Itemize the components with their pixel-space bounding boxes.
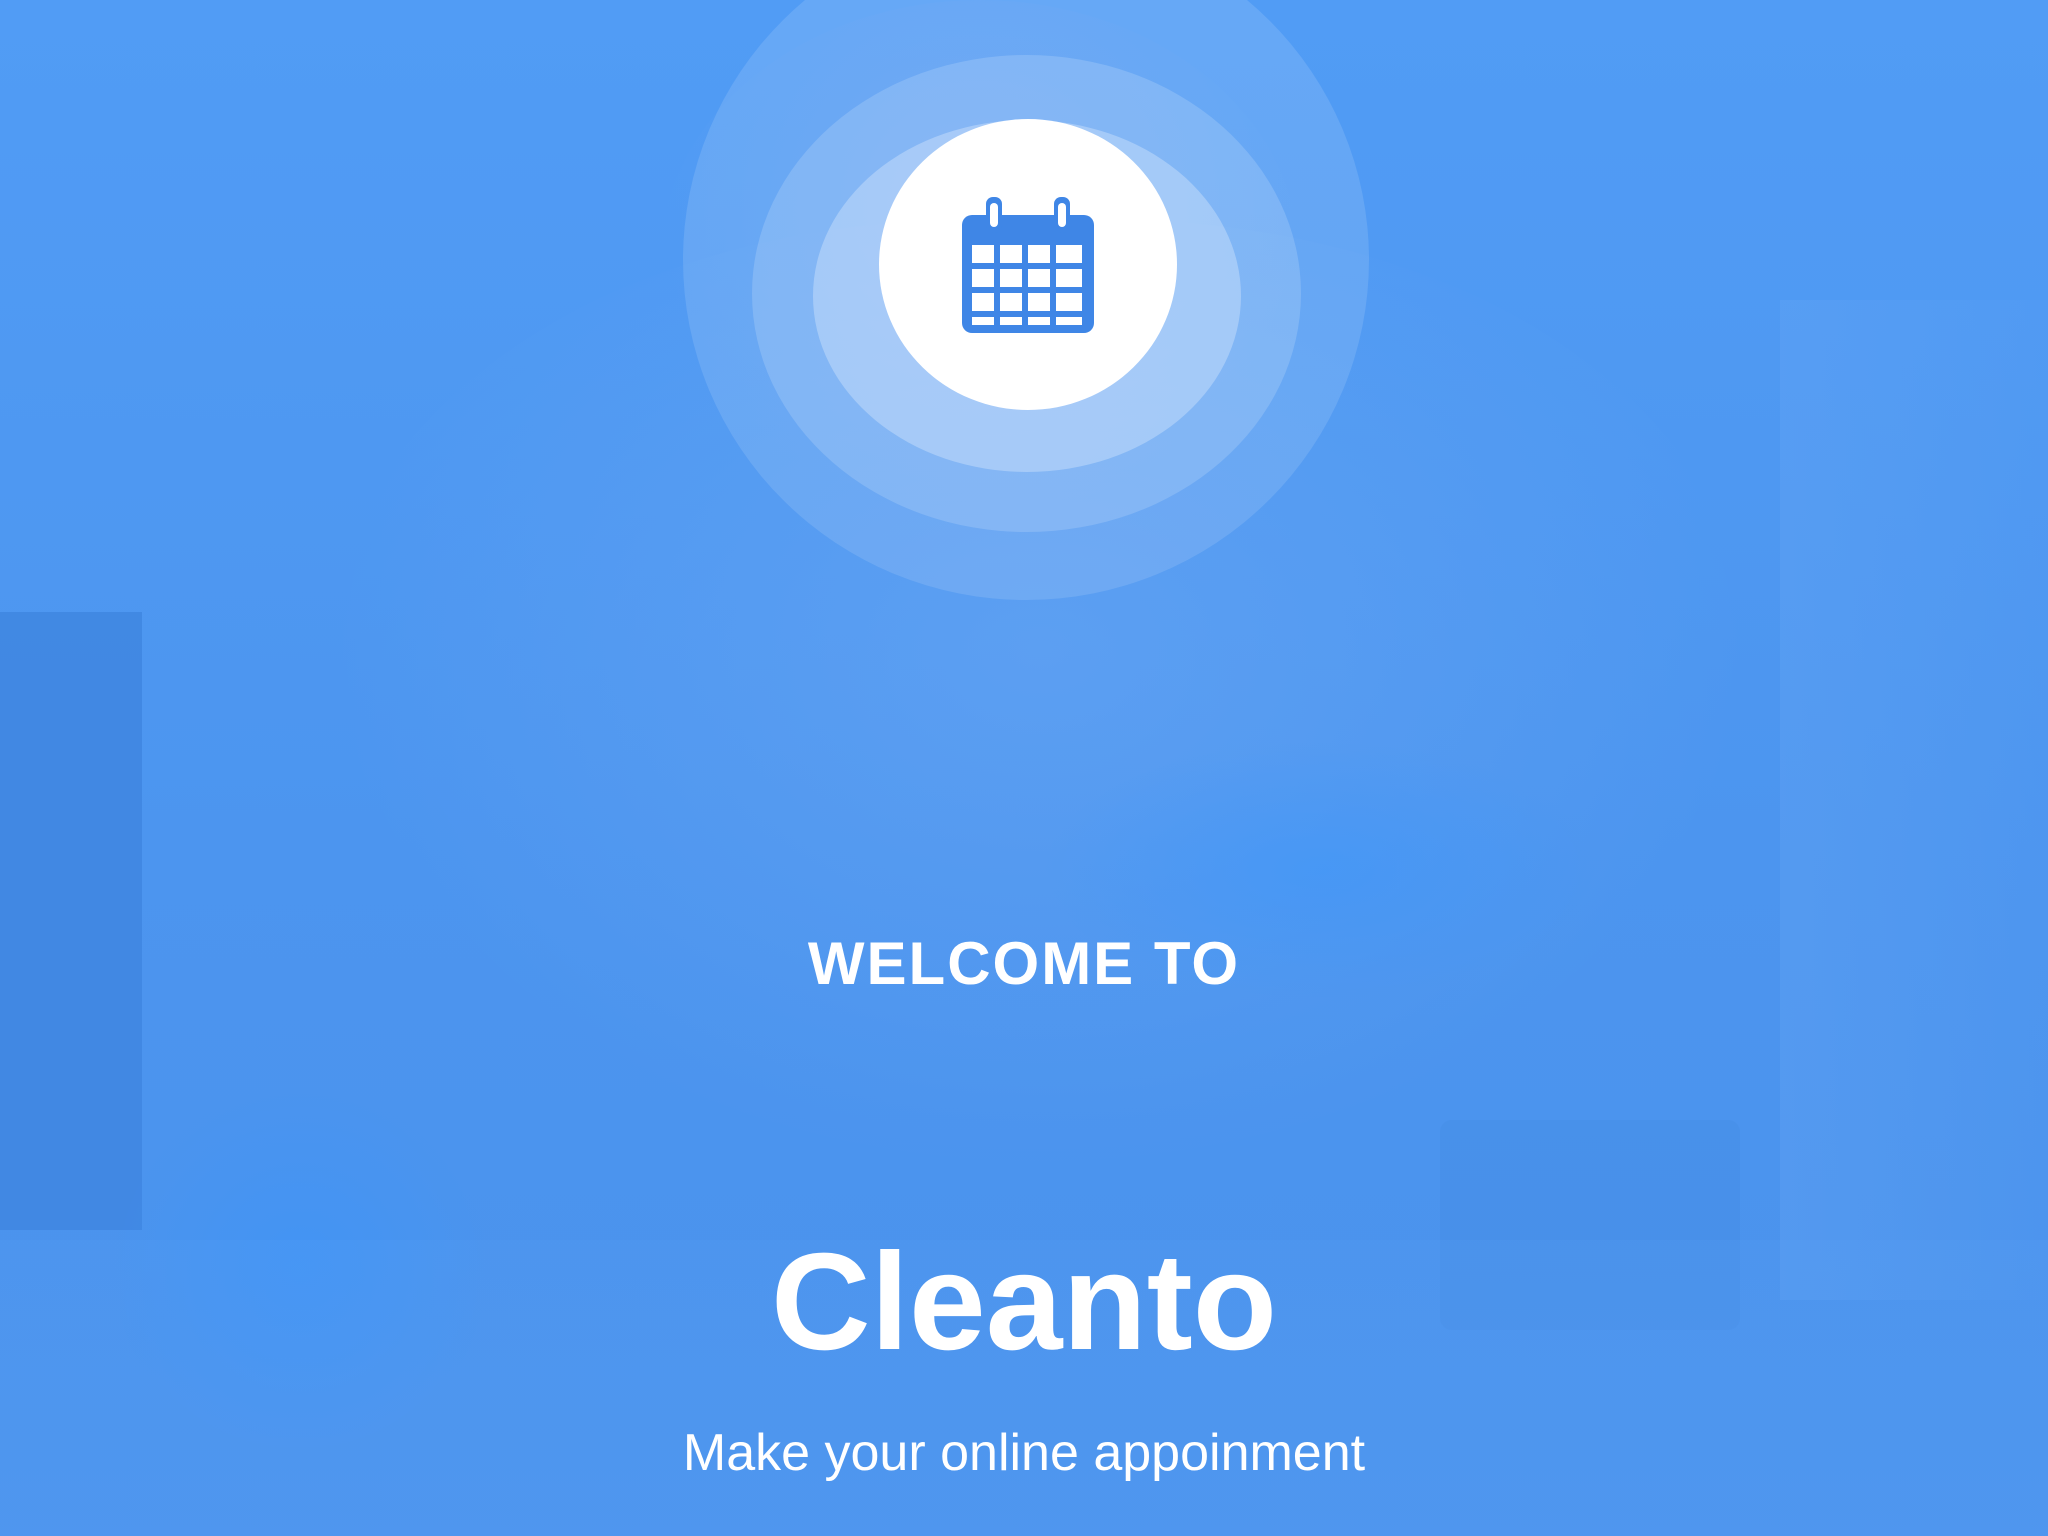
app-name: Cleanto [770, 1225, 1278, 1379]
tagline: Make your online appoinment [682, 1424, 1366, 1482]
calendar-icon [962, 196, 1094, 333]
background-photo-panel [0, 612, 142, 1230]
welcome-heading: WELCOME TO [807, 930, 1241, 997]
logo-badge [879, 119, 1177, 410]
splash-screen: WELCOME TO Cleanto Make your online appo… [0, 0, 2048, 1536]
background-photo-shelf [1780, 300, 2048, 1300]
